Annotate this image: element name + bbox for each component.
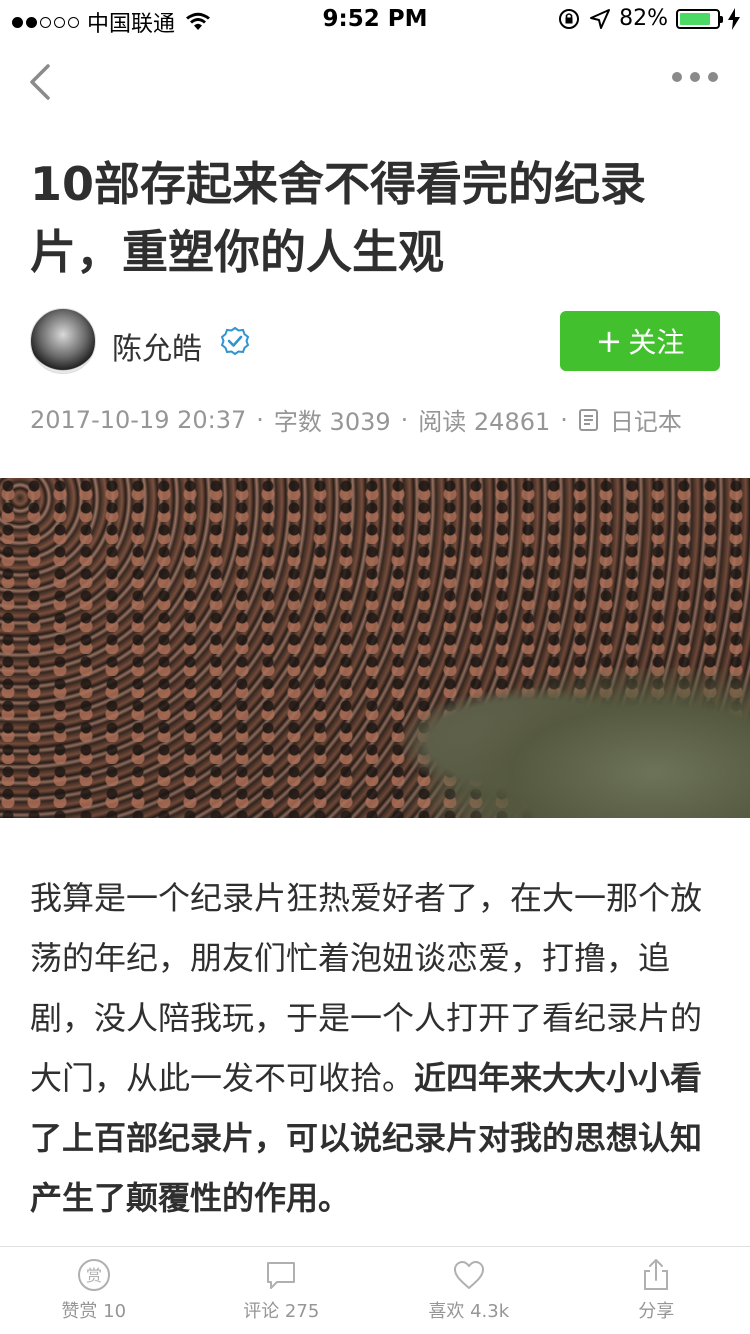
collection-link[interactable]: 日记本 — [610, 402, 682, 437]
share-button[interactable]: 分享 — [563, 1247, 750, 1334]
comment-label: 评论 275 — [243, 1301, 320, 1322]
meta-separator: · — [256, 405, 264, 434]
article-title: 10部存起来舍不得看完的纪录片，重塑你的人生观 — [30, 157, 647, 279]
notebook-icon — [578, 408, 598, 431]
chevron-left-icon[interactable] — [24, 62, 64, 102]
article-body: 我算是一个纪录片狂热爱好者了，在大一那个放荡的年纪，朋友们忙着泡妞谈恋爱，打撸，… — [30, 868, 720, 1228]
reward-label: 赞赏 10 — [61, 1301, 127, 1322]
plus-icon: + — [595, 322, 623, 360]
more-dots-icon[interactable] — [672, 72, 718, 82]
follow-button[interactable]: + 关注 — [560, 311, 720, 371]
publish-date: 2017-10-19 20:37 — [30, 405, 247, 434]
location-arrow-icon — [590, 8, 611, 29]
svg-text:赏: 赏 — [86, 1266, 102, 1285]
status-right: 82% — [557, 6, 740, 31]
author-name[interactable]: 陈允皓 — [112, 324, 202, 368]
meta-separator: · — [560, 405, 568, 434]
nav-bar — [0, 44, 750, 124]
status-bar: 中国联通 9:52 PM 82% — [0, 0, 750, 40]
avatar[interactable] — [30, 308, 96, 374]
author-row: 陈允皓 + 关注 — [30, 306, 720, 376]
battery-percent: 82% — [619, 6, 668, 31]
meta-separator: · — [400, 405, 409, 434]
heart-icon — [453, 1261, 484, 1289]
reward-icon: 赏 — [77, 1259, 110, 1291]
battery-fill — [680, 12, 710, 25]
share-icon — [644, 1259, 669, 1290]
comment-icon — [267, 1262, 296, 1289]
reward-button[interactable]: 赏 赞赏 10 — [0, 1247, 188, 1334]
share-label: 分享 — [638, 1301, 675, 1322]
read-count: 阅读 24861 — [418, 408, 551, 436]
article-hero-image — [0, 478, 750, 818]
battery-icon — [676, 8, 723, 29]
follow-label: 关注 — [628, 326, 685, 359]
like-button[interactable]: 喜欢 4.3k — [375, 1247, 563, 1334]
comment-button[interactable]: 评论 275 — [188, 1247, 376, 1334]
bottom-action-bar: 赏 赞赏 10 评论 275 喜欢 4.3k 分享 — [0, 1246, 750, 1334]
verified-check-icon — [220, 326, 250, 356]
article-meta: 2017-10-19 20:37 · 字数 3039 · 阅读 24861 · … — [30, 402, 730, 437]
like-label: 喜欢 4.3k — [428, 1301, 510, 1322]
word-count: 字数 3039 — [273, 408, 391, 436]
orientation-lock-icon — [559, 8, 580, 29]
hero-rock — [430, 668, 750, 818]
charging-bolt-icon — [728, 7, 740, 30]
